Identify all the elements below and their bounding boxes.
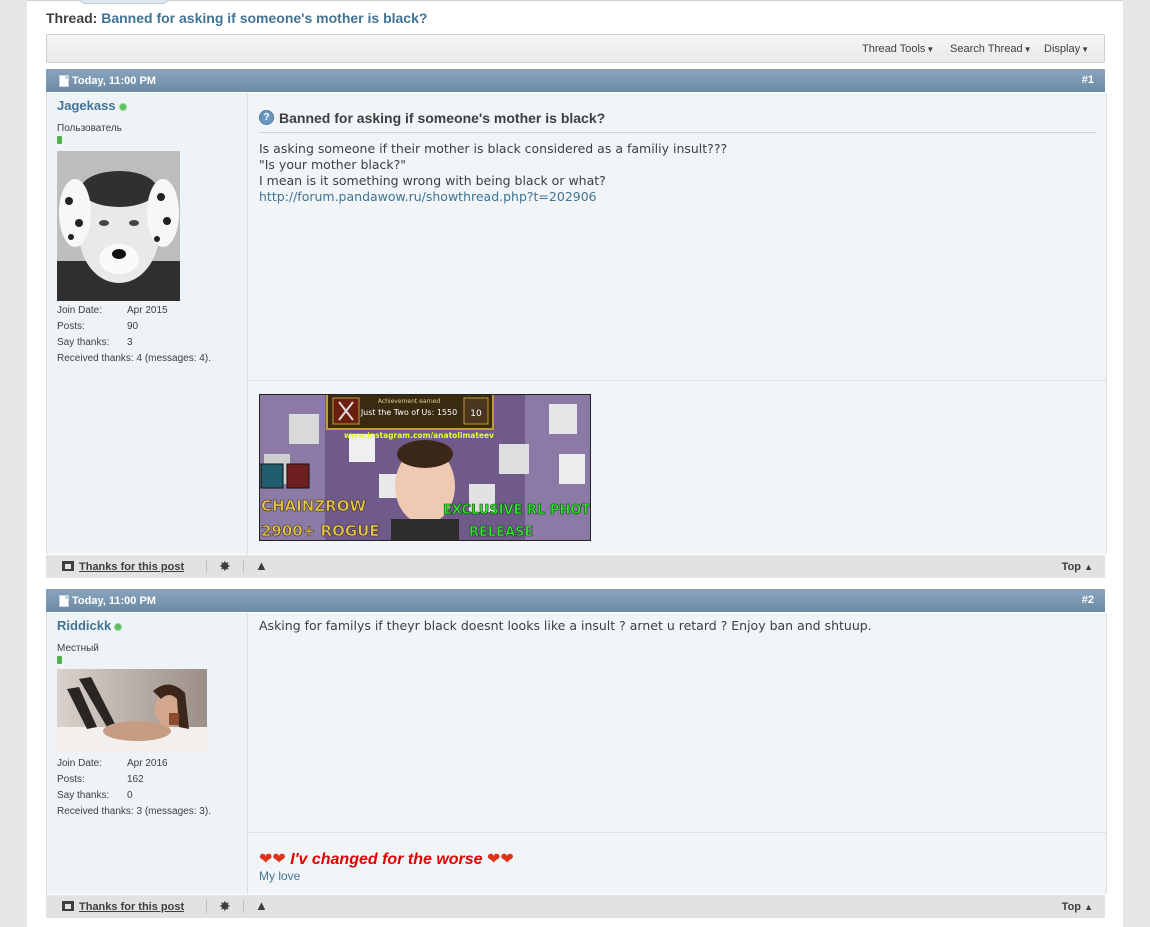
footer-divider <box>243 900 244 913</box>
report-warning-icon[interactable]: ▲ <box>255 898 268 913</box>
banner-left-text-1: CHAINZROW <box>261 497 366 515</box>
thanks-button[interactable]: Thanks for this post <box>62 901 184 913</box>
message-line: Is asking someone if their mother is bla… <box>259 141 728 156</box>
thread-label: Thread: <box>46 10 98 26</box>
post-body: Jagekass Пользователь Join Date: Apr 201… <box>46 93 1107 554</box>
display-menu[interactable]: Display▼ <box>1044 43 1089 55</box>
reputation-star-icon[interactable]: ✸ <box>219 558 231 575</box>
post-document-icon <box>59 75 69 87</box>
search-thread-label: Search Thread <box>950 43 1023 55</box>
heart-icon: ❤❤ <box>259 851 286 868</box>
user-title: Пользователь <box>57 123 122 134</box>
username-link[interactable]: Riddickk <box>57 618 123 633</box>
up-arrow-icon: ▲ <box>1084 562 1093 572</box>
banner-right-text-1: EXCLUSIVE RL PHOTO <box>443 503 591 518</box>
post-title: ? Banned for asking if someone's mother i… <box>259 110 1096 133</box>
achievement-text: Just the Two of Us: 1550 <box>360 408 457 417</box>
message-line: "Is your mother black?" <box>259 157 407 172</box>
stat-say-thanks: Say thanks: 0 <box>57 790 133 801</box>
user-title: Местный <box>57 643 99 654</box>
post-date: Today, 11:00 PM <box>72 75 156 87</box>
post-content: ? Banned for asking if someone's mother i… <box>259 110 1096 205</box>
signature-headline-text: I'v changed for the worse <box>290 851 483 868</box>
achievement-badge-text: 10 <box>470 409 482 419</box>
username-text: Jagekass <box>57 98 116 113</box>
banner-left-text-2: 2900+ ROGUE <box>261 522 380 540</box>
signature-divider <box>248 832 1106 833</box>
top-link[interactable]: Top ▲ <box>1062 901 1093 913</box>
thanks-icon <box>62 901 74 911</box>
achievement-header-text: Achievement earned <box>378 398 441 405</box>
user-avatar[interactable] <box>57 669 207 753</box>
username-text: Riddickk <box>57 618 112 633</box>
username-link[interactable]: Jagekass <box>57 98 127 113</box>
post-footer: Thanks for this post ✸ ▲ Top ▲ <box>46 555 1105 578</box>
thread-title: Thread: Banned for asking if someone's m… <box>46 10 427 26</box>
user-info-panel: Riddickk Местный Join Date: Apr 2016 Pos… <box>47 613 248 894</box>
stat-join-date: Join Date: Apr 2015 <box>57 305 168 316</box>
post-footer: Thanks for this post ✸ ▲ Top ▲ <box>46 895 1105 918</box>
reputation-star-icon[interactable]: ✸ <box>219 898 231 915</box>
message-line: I mean is it something wrong with being … <box>259 173 606 188</box>
top-label: Top <box>1061 561 1082 573</box>
post-document-icon <box>59 595 69 607</box>
signature: ❤❤ I'v changed for the worse ❤❤ My love <box>259 849 514 883</box>
post-title-text: Banned for asking if someone's mother is… <box>279 110 606 126</box>
thread-title-link[interactable]: Banned for asking if someone's mother is… <box>101 10 427 26</box>
post-body: Riddickk Местный Join Date: Apr 2016 Pos… <box>46 613 1107 894</box>
online-status-icon <box>114 622 123 631</box>
top-label: Top <box>1061 901 1082 913</box>
stat-say-thanks: Say thanks: 3 <box>57 337 133 348</box>
user-avatar[interactable] <box>57 151 180 301</box>
report-warning-icon[interactable]: ▲ <box>255 558 268 573</box>
question-icon: ? <box>259 110 274 125</box>
heart-icon: ❤❤ <box>487 851 514 868</box>
post-number-link[interactable]: #1 <box>1082 74 1094 86</box>
stat-received-thanks: Received thanks: 3 (messages: 3). <box>57 806 211 817</box>
footer-divider <box>206 560 207 573</box>
dropdown-arrow-icon: ▼ <box>926 45 935 54</box>
signature-divider <box>248 380 1106 381</box>
stat-received-thanks: Received thanks: 4 (messages: 4). <box>57 353 211 364</box>
signature-link[interactable]: My love <box>259 869 300 883</box>
thread-toolbar: Thread Tools▼ Search Thread▼ Display▼ <box>46 34 1105 63</box>
stat-posts: Posts: 162 <box>57 774 144 785</box>
post-date: Today, 11:00 PM <box>72 595 156 607</box>
user-stats: Join Date: Apr 2015 Posts: 90 Say thanks: 3… <box>57 303 211 367</box>
thanks-button[interactable]: Thanks for this post <box>62 561 184 573</box>
top-link[interactable]: Top ▲ <box>1062 561 1093 573</box>
stat-join-date: Join Date: Apr 2016 <box>57 758 168 769</box>
thanks-label: Thanks for this post <box>79 901 185 913</box>
thread-link[interactable]: http://forum.pandawow.ru/showthread.php?… <box>259 189 597 204</box>
post-message: Asking for familys if theyr black doesnt… <box>259 618 872 633</box>
online-status-icon <box>118 102 127 111</box>
post-content: Asking for familys if theyr black doesnt… <box>259 618 1096 634</box>
signature-headline: ❤❤ I'v changed for the worse ❤❤ <box>259 849 514 869</box>
thread-tools-label: Thread Tools <box>862 43 926 55</box>
user-stats: Join Date: Apr 2016 Posts: 162 Say thanks:… <box>57 756 211 820</box>
dropdown-arrow-icon: ▼ <box>1023 45 1032 54</box>
display-label: Display <box>1044 43 1081 55</box>
post-header: Today, 11:00 PM #2 <box>46 589 1105 612</box>
post-number-link[interactable]: #2 <box>1082 594 1094 606</box>
footer-divider <box>206 900 207 913</box>
post-message: Is asking someone if their mother is bla… <box>259 141 1096 205</box>
reputation-icon <box>57 136 62 144</box>
footer-divider <box>243 560 244 573</box>
thanks-icon <box>62 561 74 571</box>
reputation-icon <box>57 656 62 664</box>
thanks-label: Thanks for this post <box>79 561 185 573</box>
thread-tools-menu[interactable]: Thread Tools▼ <box>862 43 934 55</box>
user-info-panel: Jagekass Пользователь Join Date: Apr 201… <box>47 93 248 554</box>
signature-banner[interactable]: 10 Achievement earned Just the Two of Us… <box>259 394 591 541</box>
dropdown-arrow-icon: ▼ <box>1081 45 1089 54</box>
post-header: Today, 11:00 PM #1 <box>46 69 1105 92</box>
instagram-text: www.instagram.com/anatolimateev <box>344 431 494 440</box>
top-nav-tab[interactable] <box>80 0 168 4</box>
up-arrow-icon: ▲ <box>1084 902 1093 912</box>
search-thread-menu[interactable]: Search Thread▼ <box>950 43 1032 55</box>
stat-posts: Posts: 90 <box>57 321 139 332</box>
banner-right-text-2: RELEASE <box>469 525 533 540</box>
